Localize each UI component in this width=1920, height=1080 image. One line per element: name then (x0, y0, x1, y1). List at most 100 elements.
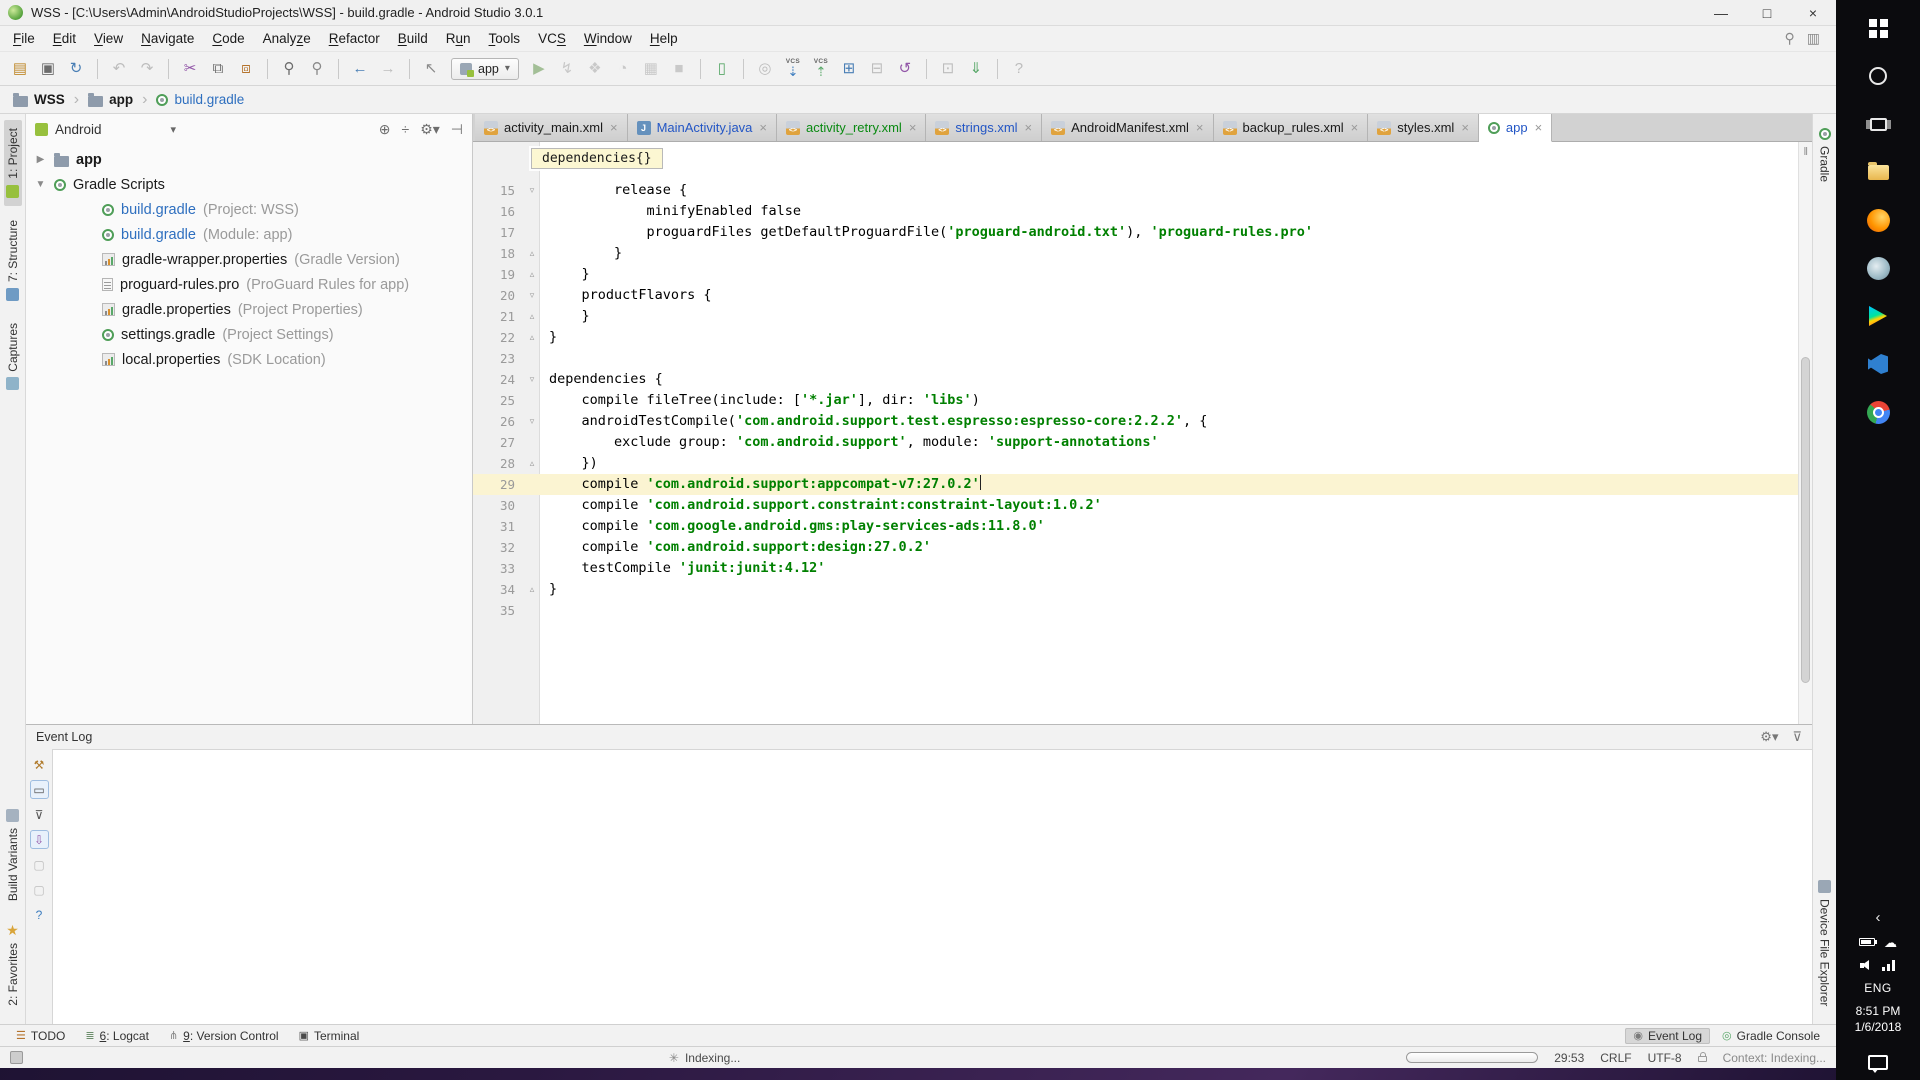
fold-marker-icon[interactable]: ▵ (524, 243, 540, 264)
tool-window-switcher-icon[interactable]: ▥ (1807, 30, 1820, 47)
menu-run[interactable]: Run (437, 28, 480, 49)
replace-icon[interactable]: ⚲ (306, 57, 328, 81)
editor-tab-app[interactable]: app× (1479, 114, 1552, 142)
vscode-icon[interactable] (1854, 344, 1902, 384)
maximize-button[interactable]: □ (1744, 0, 1790, 25)
vcs-update-icon[interactable]: VCS⇣ (782, 57, 804, 81)
search-everywhere-icon[interactable]: ⚲ (1785, 30, 1795, 47)
menu-build[interactable]: Build (389, 28, 437, 49)
close-icon[interactable]: × (1535, 120, 1543, 135)
code-line-29[interactable]: 29 compile 'com.android.support:appcompa… (473, 474, 1798, 495)
filter-icon[interactable]: ⊽ (30, 805, 49, 824)
locate-icon[interactable]: ⊕ (379, 121, 391, 138)
editor-tab-androidmanifest-xml[interactable]: <>AndroidManifest.xml× (1042, 114, 1213, 141)
close-icon[interactable]: × (610, 120, 618, 135)
taskbar-clock[interactable]: 8:51 PM 1/6/2018 (1855, 1004, 1902, 1034)
network-icon[interactable] (1882, 960, 1896, 971)
onedrive-cloud-icon[interactable]: ☁ (1884, 936, 1897, 949)
code-line-20[interactable]: 20▿ productFlavors { (473, 285, 1798, 306)
fold-marker-icon[interactable]: ▿ (524, 180, 540, 201)
tree-item-local-properties-sdk-location[interactable]: local.properties (SDK Location) (26, 347, 472, 372)
tool-tab-2-favorites[interactable]: ★2: Favorites (4, 915, 22, 1014)
lock-icon[interactable] (1698, 1056, 1707, 1062)
tool-tab-1-project[interactable]: 1: Project (4, 120, 22, 206)
scrollbar-thumb[interactable] (1801, 357, 1810, 683)
breadcrumb-item-app[interactable]: app (85, 92, 136, 107)
collapse-all-icon[interactable]: ÷ (402, 121, 410, 138)
chevron-down-icon[interactable]: ▼ (34, 179, 47, 190)
chevron-right-icon[interactable]: ▶ (34, 154, 47, 165)
event-log-content[interactable] (52, 749, 1812, 1024)
firefox-icon[interactable] (1854, 200, 1902, 240)
breadcrumb-item-build-gradle[interactable]: build.gradle (153, 92, 247, 107)
editor-scrollbar[interactable] (1798, 142, 1812, 724)
redo-icon[interactable]: ↷ (136, 57, 158, 81)
code-line-23[interactable]: 23 (473, 348, 1798, 369)
sync-gradle-icon[interactable]: ◎ (754, 57, 776, 81)
battery-icon[interactable] (1859, 938, 1875, 946)
gear-icon[interactable]: ⚙▾ (1760, 729, 1778, 745)
menu-refactor[interactable]: Refactor (320, 28, 389, 49)
recent-locations-icon[interactable]: ↖ (420, 57, 442, 81)
menu-help[interactable]: Help (641, 28, 687, 49)
menu-vcs[interactable]: VCS (529, 28, 575, 49)
editor-tab-backup-rules-xml[interactable]: <>backup_rules.xml× (1214, 114, 1369, 141)
editor-tab-mainactivity-java[interactable]: JMainActivity.java× (628, 114, 777, 141)
open-icon[interactable]: ▤ (9, 57, 31, 81)
editor-tab-activity-main-xml[interactable]: <>activity_main.xml× (475, 114, 628, 141)
hide-icon[interactable]: ⊽ (1792, 729, 1802, 745)
file-explorer-icon[interactable] (1854, 152, 1902, 192)
save-icon[interactable]: ▣ (37, 57, 59, 81)
play-store-icon[interactable] (1854, 296, 1902, 336)
code-line-30[interactable]: 30 compile 'com.android.support.constrai… (473, 495, 1798, 516)
code-line-35[interactable]: 35 (473, 600, 1798, 621)
tool-window-button-todo[interactable]: ☰TODO (8, 1028, 73, 1044)
menu-analyze[interactable]: Analyze (254, 28, 320, 49)
fold-marker-icon[interactable]: ▿ (524, 285, 540, 306)
expand-icon[interactable]: ▢ (30, 880, 49, 899)
tree-item-settings-gradle-project-settings[interactable]: settings.gradle (Project Settings) (26, 322, 472, 347)
find-icon[interactable]: ⚲ (278, 57, 300, 81)
menu-window[interactable]: Window (575, 28, 641, 49)
breadcrumb-item-wss[interactable]: WSS (10, 92, 68, 107)
close-icon[interactable]: × (909, 120, 917, 135)
help-icon[interactable]: ? (1008, 57, 1030, 81)
run-icon[interactable]: ▶ (528, 57, 550, 81)
tree-item-gradle-properties-project-properties[interactable]: gradle.properties (Project Properties) (26, 297, 472, 322)
inspection-indicator-icon[interactable]: ‖ (1803, 146, 1808, 158)
menu-edit[interactable]: Edit (44, 28, 85, 49)
tree-item-gradle-wrapper-properties-gradle-version[interactable]: gradle-wrapper.properties (Gradle Versio… (26, 247, 472, 272)
start-icon[interactable] (1854, 8, 1902, 48)
tree-item-build-gradle-project-wss[interactable]: build.gradle (Project: WSS) (26, 197, 472, 222)
tool-tab-build-variants[interactable]: Build Variants (4, 801, 22, 909)
fold-marker-icon[interactable]: ▵ (524, 264, 540, 285)
vcs-commit-icon[interactable]: VCS⇡ (810, 57, 832, 81)
stop-icon[interactable]: ■ (668, 57, 690, 81)
menu-view[interactable]: View (85, 28, 132, 49)
code-line-17[interactable]: 17 proguardFiles getDefaultProguardFile(… (473, 222, 1798, 243)
tree-item-proguard-rules-pro-proguard-rules-for-app[interactable]: proguard-rules.pro (ProGuard Rules for a… (26, 272, 472, 297)
file-encoding[interactable]: UTF-8 (1648, 1051, 1682, 1065)
scroll-to-end-icon[interactable]: ⇩ (30, 830, 49, 849)
run-configuration-select[interactable]: app▾ (451, 58, 519, 80)
volume-icon[interactable] (1860, 960, 1873, 971)
console-icon[interactable]: ▭ (30, 780, 49, 799)
tree-item-app[interactable]: ▶app (26, 147, 472, 172)
copy-icon[interactable]: ⧉ (207, 57, 229, 81)
code-line-15[interactable]: 15▿ release { (473, 180, 1798, 201)
caret-position[interactable]: 29:53 (1554, 1051, 1584, 1065)
editor-tab-activity-retry-xml[interactable]: <>activity_retry.xml× (777, 114, 926, 141)
code-line-21[interactable]: 21▵ } (473, 306, 1798, 327)
close-icon[interactable]: × (1351, 120, 1359, 135)
code-area[interactable]: 15▿ release {16 minifyEnabled false17 pr… (473, 180, 1798, 621)
fold-marker-icon[interactable]: ▵ (524, 579, 540, 600)
minimize-button[interactable]: — (1698, 0, 1744, 25)
menu-tools[interactable]: Tools (480, 28, 530, 49)
edge-icon[interactable] (1854, 248, 1902, 288)
close-icon[interactable]: × (1025, 120, 1033, 135)
hide-panel-icon[interactable]: ⊣ (451, 121, 463, 138)
code-line-33[interactable]: 33 testCompile 'junit:junit:4.12' (473, 558, 1798, 579)
eventlog-settings-icon[interactable]: ⚒ (30, 755, 49, 774)
sdk-manager-icon[interactable]: ⇓ (965, 57, 987, 81)
editor-tab-strings-xml[interactable]: <>strings.xml× (926, 114, 1042, 141)
